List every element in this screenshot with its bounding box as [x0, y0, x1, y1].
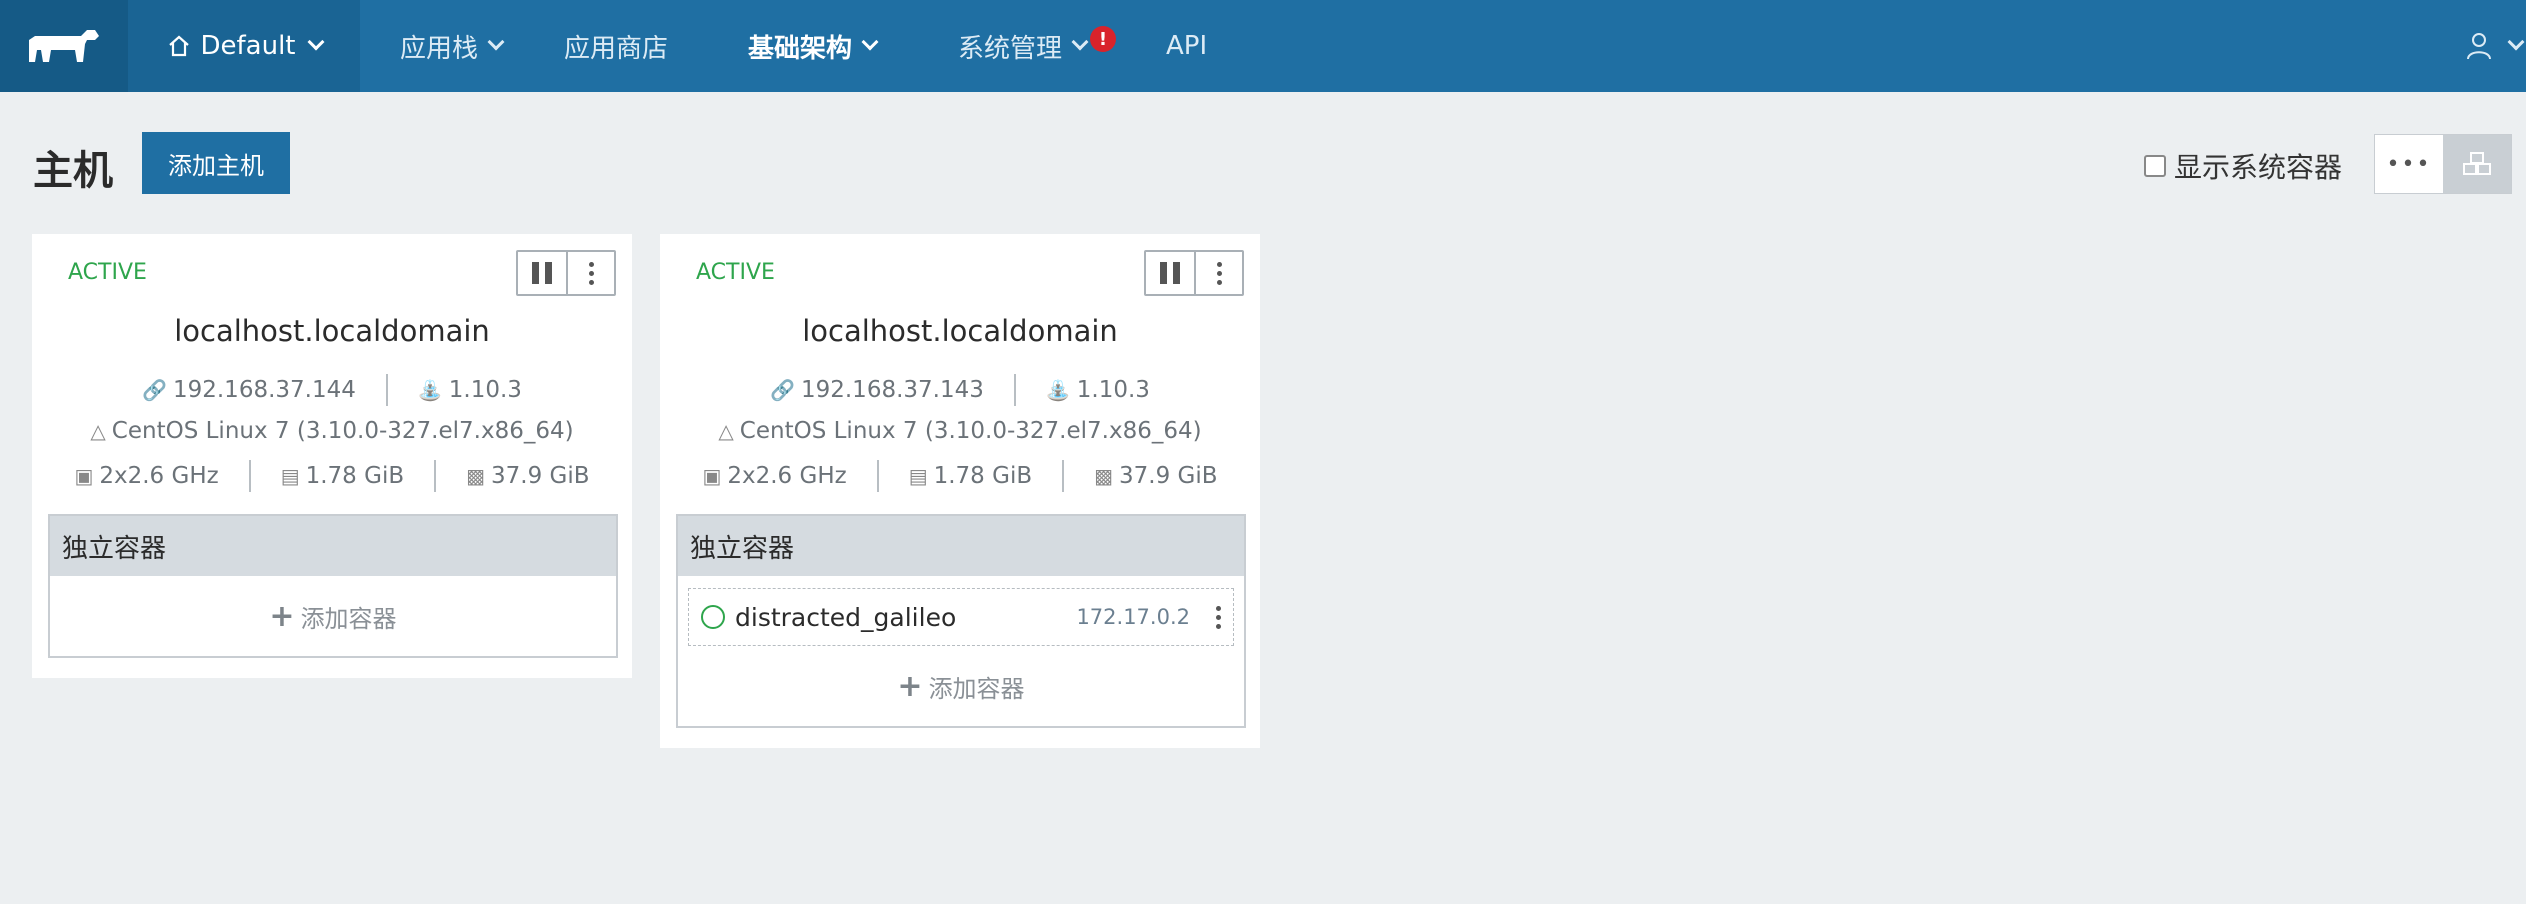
storage-icon: ▩ [1094, 464, 1114, 488]
chevron-down-icon [2507, 33, 2525, 51]
nav-item-label: 应用商店 [564, 33, 669, 64]
list-view-button[interactable]: ••• [2375, 135, 2443, 193]
host-state-label: ACTIVE [696, 260, 775, 285]
host-os: CentOS Linux 7 (3.10.0-327.el7.x86_64) [739, 418, 1202, 444]
docker-whale-icon: ⛲ [1045, 378, 1071, 402]
host-os: CentOS Linux 7 (3.10.0-327.el7.x86_64) [111, 418, 574, 444]
host-controls [516, 250, 616, 296]
environment-switcher[interactable]: Default [128, 0, 360, 92]
add-container-button[interactable]: + 添加容器 [50, 576, 616, 656]
nav-item-label: 基础架构 [748, 33, 853, 64]
add-container-label: 添加容器 [300, 604, 397, 633]
cpu-icon: ▣ [702, 464, 722, 488]
host-menu-button[interactable] [566, 252, 614, 294]
pause-icon [1160, 262, 1180, 284]
host-os-row: △ CentOS Linux 7 (3.10.0-327.el7.x86_64) [660, 418, 1260, 444]
chevron-down-icon [861, 33, 879, 51]
container-row[interactable]: distracted_galileo 172.17.0.2 [688, 588, 1234, 646]
kebab-icon [588, 261, 594, 285]
environment-name: Default [200, 31, 296, 61]
link-icon: 🔗 [770, 378, 795, 402]
show-system-label: 显示系统容器 [2174, 151, 2343, 184]
add-host-button[interactable]: 添加主机 [142, 132, 290, 194]
host-memory: 1.78 GiB [933, 463, 1033, 489]
user-menu[interactable] [2446, 0, 2526, 92]
chevron-down-icon [1071, 33, 1089, 51]
nav-item-infrastructure[interactable]: 基础架构 [748, 0, 879, 92]
container-menu-icon[interactable] [1216, 605, 1221, 629]
container-name[interactable]: distracted_galileo [735, 603, 1076, 632]
standalone-containers-panel: 独立容器 distracted_galileo 172.17.0.2 + 添加容… [676, 514, 1246, 728]
host-storage: 37.9 GiB [491, 463, 590, 489]
host-controls [1144, 250, 1244, 296]
nav-item-label: 应用栈 [400, 33, 479, 64]
host-cpu: 2x2.6 GHz [99, 463, 219, 489]
cow-logo-icon [29, 30, 99, 62]
nav-item-label: 系统管理 [958, 33, 1063, 64]
host-menu-button[interactable] [1194, 252, 1242, 294]
host-info-row: 🔗 192.168.37.144 ⛲ 1.10.3 [32, 374, 632, 406]
host-ip: 192.168.37.144 [172, 377, 356, 403]
nav-item-admin[interactable]: 系统管理 ! [958, 0, 1117, 92]
standalone-containers-header: 独立容器 [678, 516, 1244, 576]
cpu-icon: ▣ [74, 464, 94, 488]
docker-version: 1.10.3 [1076, 377, 1150, 403]
container-status-icon [701, 605, 725, 629]
linux-penguin-icon: △ [718, 419, 734, 443]
host-card: ACTIVE localhost.localdomain 🔗 192.168.37… [32, 234, 632, 678]
chevron-down-icon [487, 33, 505, 51]
docker-version: 1.10.3 [448, 377, 522, 403]
storage-icon: ▩ [466, 464, 486, 488]
host-card: ACTIVE localhost.localdomain 🔗 192.168.37… [660, 234, 1260, 748]
host-resources-row: ▣ 2x2.6 GHz ▤ 1.78 GiB ▩ 37.9 GiB [660, 460, 1260, 492]
add-container-label: 添加容器 [928, 674, 1025, 703]
nav-item-label: API [1166, 31, 1208, 61]
plus-icon: + [897, 668, 923, 704]
host-state-label: ACTIVE [68, 260, 147, 285]
rancher-logo[interactable] [0, 0, 128, 92]
view-mode-switch: ••• [2374, 134, 2512, 194]
nav-item-stacks[interactable]: 应用栈 [400, 0, 505, 92]
plus-icon: + [269, 598, 295, 634]
standalone-containers-header: 独立容器 [50, 516, 616, 576]
page-title: 主机 [33, 148, 113, 194]
user-icon [2467, 33, 2491, 60]
memory-icon: ▤ [280, 464, 300, 488]
home-icon [168, 35, 189, 57]
memory-icon: ▤ [908, 464, 928, 488]
show-system-checkbox[interactable] [2144, 155, 2166, 177]
nav-item-catalog[interactable]: 应用商店 [564, 0, 668, 92]
grid-view-button[interactable] [2443, 135, 2511, 193]
add-container-button[interactable]: + 添加容器 [678, 646, 1244, 726]
host-name[interactable]: localhost.localdomain [32, 314, 632, 348]
cubes-icon [2463, 152, 2491, 175]
host-name[interactable]: localhost.localdomain [660, 314, 1260, 348]
linux-penguin-icon: △ [90, 419, 106, 443]
pause-button[interactable] [1146, 252, 1194, 294]
docker-whale-icon: ⛲ [417, 378, 443, 402]
host-os-row: △ CentOS Linux 7 (3.10.0-327.el7.x86_64) [32, 418, 632, 444]
alert-badge: ! [1090, 26, 1117, 52]
show-system-containers-toggle[interactable]: 显示系统容器 [2144, 146, 2342, 186]
top-navbar: Default 应用栈 应用商店 基础架构 系统管理 ! API [0, 0, 2526, 92]
standalone-containers-panel: 独立容器 + 添加容器 [48, 514, 618, 658]
link-icon: 🔗 [142, 378, 167, 402]
host-cpu: 2x2.6 GHz [727, 463, 847, 489]
host-info-row: 🔗 192.168.37.143 ⛲ 1.10.3 [660, 374, 1260, 406]
host-storage: 37.9 GiB [1119, 463, 1218, 489]
chevron-down-icon [307, 33, 324, 51]
nav-item-api[interactable]: API [1166, 0, 1207, 92]
host-resources-row: ▣ 2x2.6 GHz ▤ 1.78 GiB ▩ 37.9 GiB [32, 460, 632, 492]
kebab-icon [1216, 261, 1222, 285]
host-memory: 1.78 GiB [305, 463, 405, 489]
pause-icon [532, 262, 552, 284]
container-ip: 172.17.0.2 [1076, 605, 1190, 629]
host-ip: 192.168.37.143 [800, 377, 984, 403]
pause-button[interactable] [518, 252, 566, 294]
